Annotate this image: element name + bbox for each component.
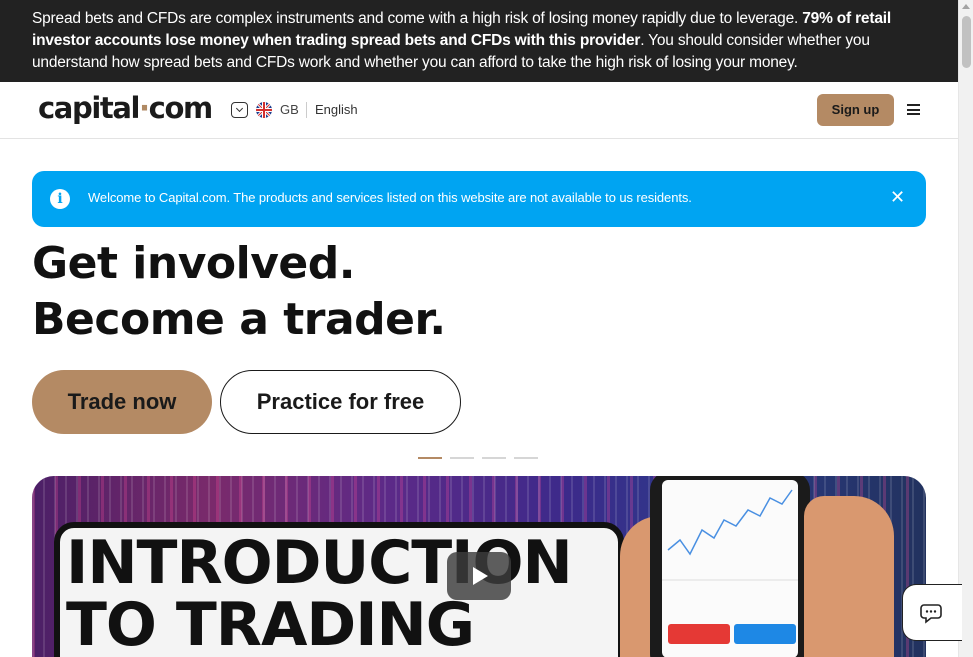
language-selector[interactable]: English <box>315 102 358 117</box>
intro-video-thumbnail[interactable]: INTRODUCTION TO TRADING <box>32 476 926 657</box>
chevron-down-icon[interactable] <box>231 102 248 118</box>
play-icon[interactable] <box>447 552 511 600</box>
hero-title-line-2: Become a trader. <box>32 294 446 345</box>
carousel-dot[interactable] <box>514 457 538 459</box>
region-selector[interactable]: GB <box>280 102 299 117</box>
chat-bubble-icon <box>920 604 942 624</box>
divider <box>306 102 307 118</box>
thumb-image <box>804 496 894 657</box>
practice-for-free-button[interactable]: Practice for free <box>220 370 461 434</box>
carousel-dot[interactable] <box>482 457 506 459</box>
chat-widget-button[interactable] <box>902 584 962 641</box>
sign-up-button[interactable]: Sign up <box>817 94 894 126</box>
scrollbar-thumb[interactable] <box>962 16 971 68</box>
page-scrollbar[interactable] <box>958 0 973 657</box>
sell-price-bar <box>668 624 730 644</box>
hero-title: Get involved. Become a trader. <box>32 236 446 348</box>
risk-warning-banner: Spread bets and CFDs are complex instrum… <box>0 0 958 82</box>
buy-price-bar <box>734 624 796 644</box>
capital-com-logo[interactable]: capital·com <box>38 91 213 125</box>
risk-warning-text: Spread bets and CFDs are complex instrum… <box>32 10 799 27</box>
hero-title-line-1: Get involved. <box>32 238 355 289</box>
thumbnail-title: INTRODUCTION TO TRADING <box>66 528 573 657</box>
uk-flag-icon[interactable] <box>256 102 272 118</box>
hamburger-menu-icon[interactable] <box>907 104 920 115</box>
site-header: capital·com GB English Sign up <box>0 82 958 139</box>
carousel-dot[interactable] <box>418 457 442 459</box>
info-icon: i <box>50 189 70 209</box>
region-notice-banner: i Welcome to Capital.com. The products a… <box>32 171 926 227</box>
carousel-dot[interactable] <box>450 457 474 459</box>
trade-now-button[interactable]: Trade now <box>32 370 212 434</box>
region-notice-text: Welcome to Capital.com. The products and… <box>88 190 692 205</box>
scroll-up-arrow-icon[interactable] <box>962 4 970 9</box>
close-icon[interactable]: ✕ <box>890 187 905 208</box>
